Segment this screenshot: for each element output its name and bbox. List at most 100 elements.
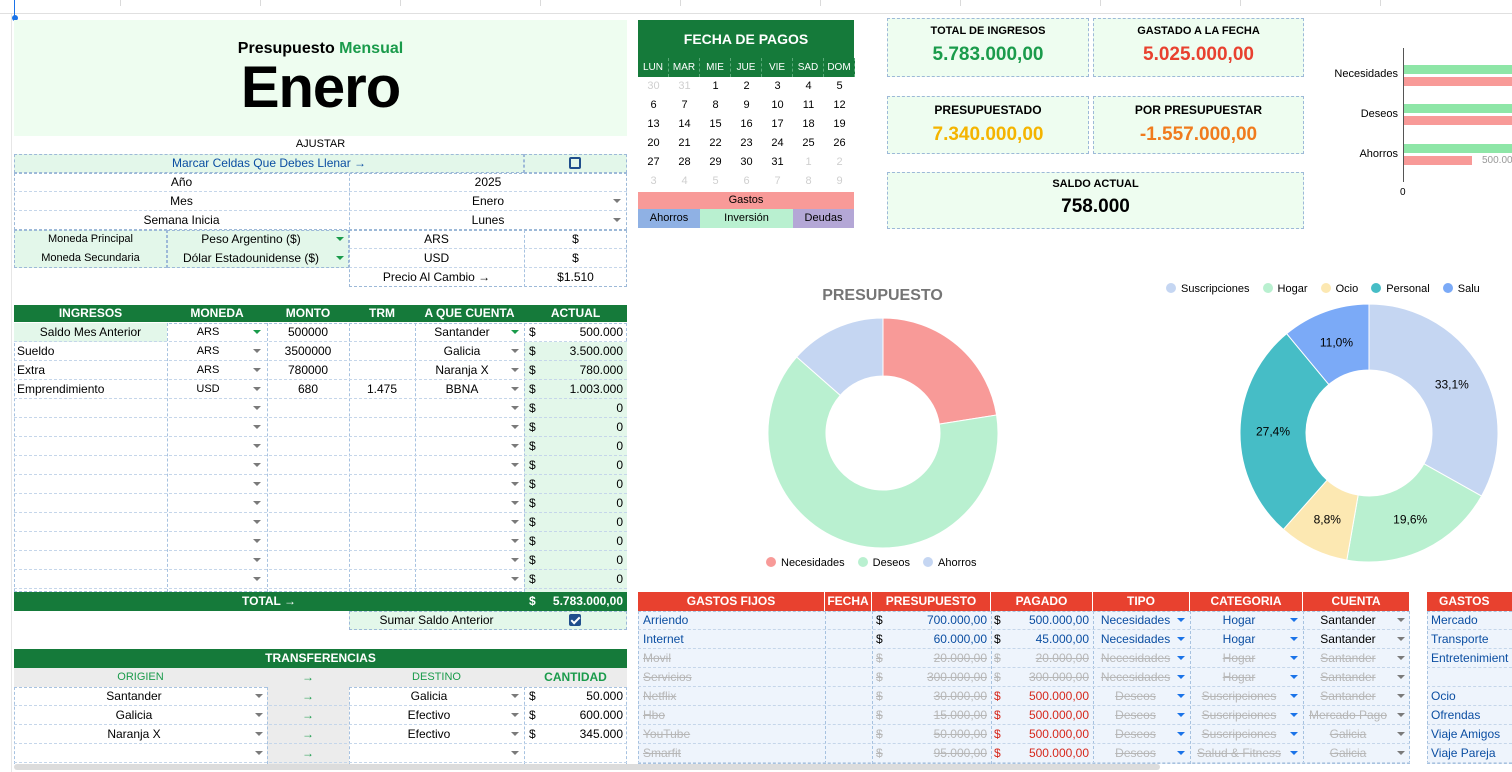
ingreso-cuenta[interactable]: Galicia: [415, 342, 509, 361]
chevron-down-icon[interactable]: [336, 256, 344, 260]
calendar-day[interactable]: 18: [793, 115, 824, 134]
gasto-pagado[interactable]: 500.000,00: [1006, 725, 1093, 744]
gasto-name[interactable]: Internet: [640, 630, 823, 649]
chevron-down-icon[interactable]: [255, 751, 263, 755]
chevron-down-icon[interactable]: [1290, 694, 1298, 698]
calendar-day[interactable]: 5: [700, 172, 731, 191]
gasto-name[interactable]: YouTube: [640, 725, 823, 744]
chevron-down-icon[interactable]: [1397, 713, 1405, 717]
chevron-down-icon[interactable]: [613, 218, 621, 222]
chevron-down-icon[interactable]: [253, 463, 261, 467]
ingreso-moneda[interactable]: ARS: [167, 323, 249, 342]
transfer-cantidad[interactable]: 50.000: [541, 687, 627, 706]
calendar-day[interactable]: 17: [762, 115, 793, 134]
chevron-down-icon[interactable]: [511, 751, 519, 755]
transfer-cantidad[interactable]: 600.000: [541, 706, 627, 725]
gasto-tipo[interactable]: Necesidades: [1094, 611, 1174, 630]
calendar-day[interactable]: 11: [793, 96, 824, 115]
gasto-categoria[interactable]: Suscripciones: [1191, 725, 1287, 744]
chevron-down-icon[interactable]: [1290, 656, 1298, 660]
week-select[interactable]: Lunes: [349, 211, 627, 230]
column-header-strip[interactable]: [0, 0, 1512, 14]
chevron-down-icon[interactable]: [511, 694, 519, 698]
gasto-pagado[interactable]: 500.000,00: [1006, 706, 1093, 725]
gasto-tipo[interactable]: Necesidades: [1094, 668, 1174, 687]
gasto-name[interactable]: Arriendo: [640, 611, 823, 630]
gasto-presupuesto[interactable]: 95.000,00: [890, 744, 991, 763]
chevron-down-icon[interactable]: [1397, 675, 1405, 679]
sumar-checkbox[interactable]: [569, 614, 581, 626]
gasto-tipo[interactable]: Deseos: [1094, 725, 1174, 744]
chevron-down-icon[interactable]: [253, 501, 261, 505]
row-header-strip[interactable]: [0, 14, 12, 772]
calendar-day[interactable]: 13: [638, 115, 669, 134]
horizontal-scrollbar[interactable]: [14, 764, 1160, 770]
chevron-down-icon[interactable]: [253, 387, 261, 391]
gasto-categoria[interactable]: Hogar: [1191, 649, 1287, 668]
ingreso-name[interactable]: Emprendimiento: [14, 380, 167, 399]
exchange-value[interactable]: $1.510: [524, 268, 627, 287]
calendar-day[interactable]: 8: [700, 96, 731, 115]
gasto-cuenta[interactable]: Santander: [1303, 630, 1393, 649]
chevron-down-icon[interactable]: [253, 444, 261, 448]
chevron-down-icon[interactable]: [511, 444, 519, 448]
chevron-down-icon[interactable]: [1177, 656, 1185, 660]
gasto-presupuesto[interactable]: 30.000,00: [890, 687, 991, 706]
calendar-day[interactable]: 14: [669, 115, 700, 134]
calendar-day[interactable]: 31: [762, 153, 793, 172]
calendar-day[interactable]: 6: [638, 96, 669, 115]
gasto-var-name[interactable]: Entretenimient: [1428, 649, 1512, 668]
gasto-presupuesto[interactable]: 50.000,00: [890, 725, 991, 744]
ingreso-moneda[interactable]: ARS: [167, 361, 249, 380]
chevron-down-icon[interactable]: [511, 520, 519, 524]
ingreso-monto[interactable]: 680: [267, 380, 349, 399]
gasto-tipo[interactable]: Deseos: [1094, 744, 1174, 763]
ingreso-monto[interactable]: 780000: [267, 361, 349, 380]
calendar-day[interactable]: 7: [762, 172, 793, 191]
gasto-pagado[interactable]: 500.000,00: [1006, 611, 1093, 630]
chevron-down-icon[interactable]: [253, 577, 261, 581]
chevron-down-icon[interactable]: [253, 368, 261, 372]
gasto-name[interactable]: Netflix: [640, 687, 823, 706]
chevron-down-icon[interactable]: [336, 237, 344, 241]
chevron-down-icon[interactable]: [511, 577, 519, 581]
chevron-down-icon[interactable]: [1397, 637, 1405, 641]
ingreso-cuenta[interactable]: Santander: [415, 323, 509, 342]
calendar-day[interactable]: 20: [638, 134, 669, 153]
gasto-var-name[interactable]: Transporte: [1428, 630, 1512, 649]
calendar-day[interactable]: 25: [793, 134, 824, 153]
gasto-name[interactable]: Movil: [640, 649, 823, 668]
second-currency-select[interactable]: Dólar Estadounidense ($): [167, 249, 335, 268]
gasto-cuenta[interactable]: Galicia: [1303, 725, 1393, 744]
gasto-tipo[interactable]: Necesidades: [1094, 630, 1174, 649]
chevron-down-icon[interactable]: [1177, 675, 1185, 679]
gasto-categoria[interactable]: Suscripciones: [1191, 706, 1287, 725]
gasto-categoria[interactable]: Hogar: [1191, 611, 1287, 630]
month-select[interactable]: Enero: [349, 192, 627, 211]
chevron-down-icon[interactable]: [511, 425, 519, 429]
gasto-cuenta[interactable]: Mercado Pago: [1303, 706, 1393, 725]
calendar-day[interactable]: 7: [669, 96, 700, 115]
calendar-day[interactable]: 16: [731, 115, 762, 134]
chevron-down-icon[interactable]: [1290, 713, 1298, 717]
gasto-var-name[interactable]: Ofrendas: [1428, 706, 1512, 725]
gasto-pagado[interactable]: 20.000,00: [1006, 649, 1093, 668]
ingreso-name[interactable]: Saldo Mes Anterior: [14, 323, 167, 342]
calendar-day[interactable]: 1: [700, 77, 731, 96]
gasto-name[interactable]: Hbo: [640, 706, 823, 725]
gasto-cuenta[interactable]: Galicia: [1303, 744, 1393, 763]
calendar-day[interactable]: 5: [824, 77, 855, 96]
chevron-down-icon[interactable]: [511, 732, 519, 736]
calendar-day[interactable]: 23: [731, 134, 762, 153]
chevron-down-icon[interactable]: [613, 199, 621, 203]
calendar-day[interactable]: 27: [638, 153, 669, 172]
chevron-down-icon[interactable]: [511, 501, 519, 505]
chevron-down-icon[interactable]: [1177, 751, 1185, 755]
chevron-down-icon[interactable]: [511, 368, 519, 372]
gasto-name[interactable]: Smarfit: [640, 744, 823, 763]
chevron-down-icon[interactable]: [255, 713, 263, 717]
calendar-day[interactable]: 24: [762, 134, 793, 153]
calendar-day[interactable]: 9: [731, 96, 762, 115]
mark-cells-checkbox[interactable]: [569, 157, 581, 169]
chevron-down-icon[interactable]: [511, 713, 519, 717]
